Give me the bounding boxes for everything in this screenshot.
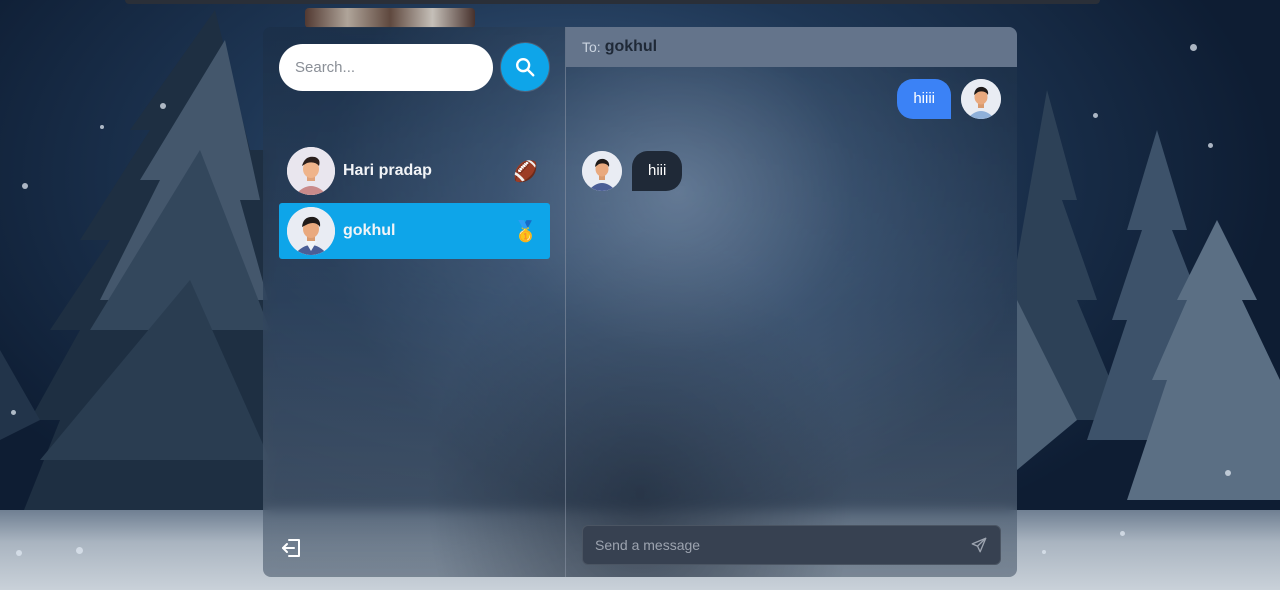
snowflake bbox=[1093, 113, 1098, 118]
recipient-name: gokhul bbox=[604, 38, 658, 55]
to-label: To: bbox=[582, 39, 601, 55]
medal-icon: 🥇 bbox=[513, 220, 538, 243]
background-image-strip bbox=[305, 8, 475, 28]
search-input[interactable] bbox=[279, 43, 493, 91]
avatar bbox=[287, 147, 335, 195]
chat-header: To: gokhul bbox=[566, 27, 1017, 67]
message-input[interactable] bbox=[593, 536, 968, 554]
search-button[interactable] bbox=[501, 43, 549, 91]
snowflake bbox=[1208, 143, 1213, 148]
snowflake bbox=[1120, 531, 1125, 536]
snowflake bbox=[100, 125, 104, 129]
snowflake bbox=[22, 183, 28, 189]
contact-name: gokhul bbox=[343, 222, 396, 239]
football-icon: 🏈 bbox=[513, 160, 538, 183]
browser-top-edge bbox=[125, 0, 1100, 4]
message-outgoing: hiiii bbox=[897, 79, 1001, 119]
contact-name: Hari pradap bbox=[343, 162, 432, 179]
background-tree-right bbox=[1017, 90, 1280, 500]
message-composer bbox=[582, 525, 1001, 565]
search-icon bbox=[516, 58, 535, 77]
contact-hari-pradap[interactable]: Hari pradap 🏈 bbox=[279, 143, 550, 199]
snowflake bbox=[16, 550, 22, 556]
avatar bbox=[582, 151, 622, 191]
snowflake bbox=[1190, 44, 1197, 51]
contact-gokhul[interactable]: gokhul 🥇 bbox=[279, 203, 550, 259]
message-bubble: hiii bbox=[632, 151, 683, 191]
search-row bbox=[279, 43, 549, 91]
send-button[interactable] bbox=[968, 534, 990, 556]
snowflake bbox=[160, 103, 166, 109]
avatar bbox=[287, 207, 335, 255]
snowflake bbox=[11, 410, 16, 415]
avatar bbox=[961, 79, 1001, 119]
background-tree-left bbox=[0, 10, 270, 520]
logout-button[interactable] bbox=[279, 535, 305, 561]
message-list: hiiii hiii bbox=[566, 67, 1017, 577]
snowflake bbox=[76, 547, 83, 554]
chat-app: Hari pradap 🏈 gokhul 🥇 bbox=[263, 27, 1017, 577]
logout-icon bbox=[282, 539, 300, 557]
snowflake bbox=[1225, 470, 1231, 476]
message-incoming: hiii bbox=[582, 151, 683, 191]
send-icon bbox=[971, 537, 987, 553]
chat-panel: To: gokhul hiiii hiii Send a message bbox=[566, 27, 1017, 577]
snowflake bbox=[1042, 550, 1046, 554]
sidebar: Hari pradap 🏈 gokhul 🥇 bbox=[263, 27, 566, 577]
message-bubble: hiiii bbox=[897, 79, 951, 119]
